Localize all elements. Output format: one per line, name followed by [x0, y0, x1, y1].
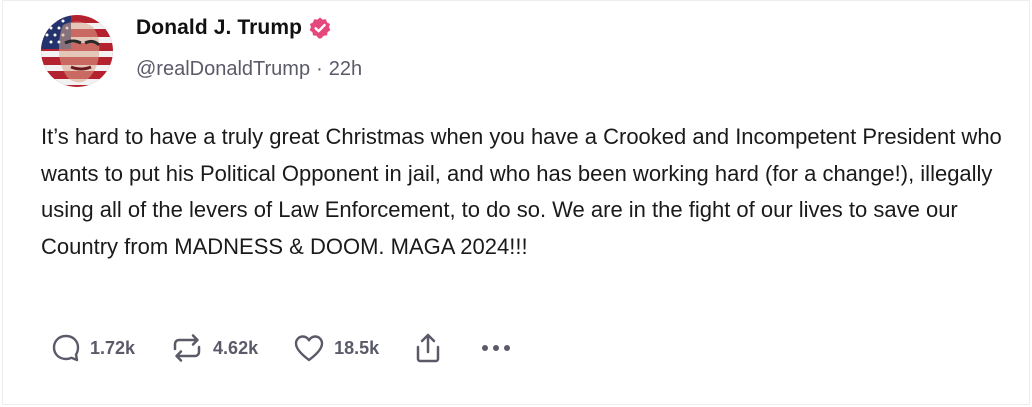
author-name-row: Donald J. Trump [136, 16, 332, 40]
like-button[interactable]: 18.5k [292, 332, 379, 364]
author-avatar[interactable] [41, 15, 113, 87]
author-name[interactable]: Donald J. Trump [136, 16, 302, 40]
verified-badge-icon [309, 17, 331, 39]
like-count: 18.5k [334, 337, 380, 358]
share-upload-icon [416, 333, 440, 363]
post-time[interactable]: 22h [329, 58, 362, 81]
post-body: It’s hard to have a truly great Christma… [41, 124, 1002, 259]
reply-bubble-icon [52, 334, 80, 362]
more-dots-icon [482, 345, 511, 351]
reply-count: 1.72k [90, 337, 136, 358]
repost-arrows-icon [173, 334, 201, 362]
share-button[interactable] [413, 331, 443, 365]
repost-button[interactable]: 4.62k [169, 332, 258, 364]
action-bar: 1.72k 4.62k 18.5k [50, 331, 545, 365]
author-handle[interactable]: @realDonaldTrump [136, 58, 310, 81]
author-meta: @realDonaldTrump · 22h [136, 58, 362, 81]
heart-icon [294, 335, 324, 362]
post-card: Donald J. Trump @realDonaldTrump · 22h I… [2, 0, 1030, 405]
more-options-button[interactable] [481, 343, 511, 353]
meta-separator: · [316, 58, 323, 80]
reply-button[interactable]: 1.72k [50, 332, 135, 364]
repost-count: 4.62k [213, 337, 259, 358]
